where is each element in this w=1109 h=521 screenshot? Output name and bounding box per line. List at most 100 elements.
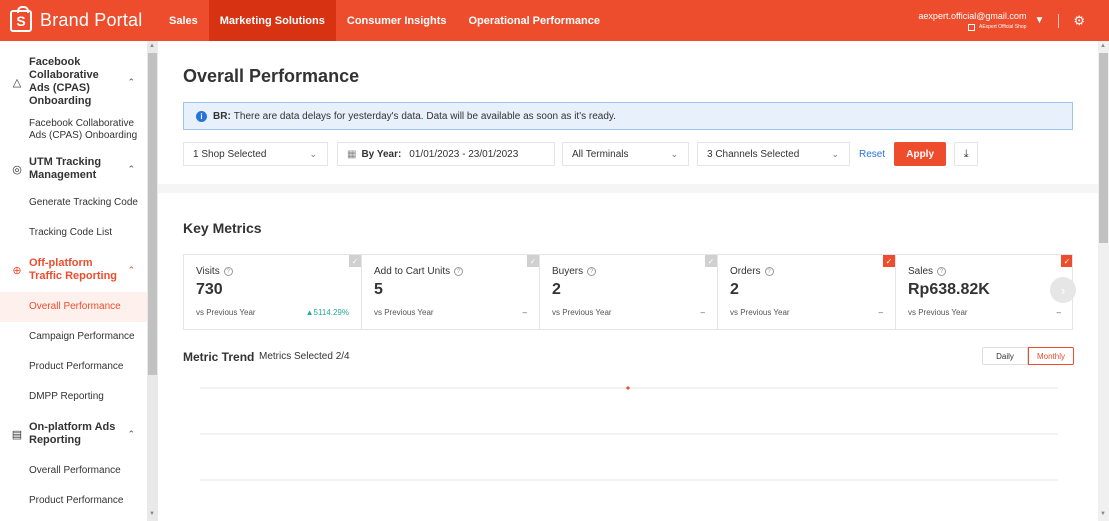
period-label: By Year: bbox=[361, 148, 402, 160]
monthly-toggle[interactable]: Monthly bbox=[1028, 347, 1074, 365]
metric-checkbox[interactable]: ✓ bbox=[349, 255, 361, 267]
chevron-up-icon: ⌃ bbox=[127, 428, 135, 439]
sidebar-group-label: Facebook Collaborative Ads (CPAS) Onboar… bbox=[29, 56, 99, 107]
metric-checkbox[interactable]: ✓ bbox=[527, 255, 539, 267]
metric-change: – bbox=[1056, 308, 1061, 317]
ads-icon: ▤ bbox=[11, 428, 23, 441]
brand-name: Brand Portal bbox=[40, 10, 143, 30]
sidebar-group-label: UTM Tracking Management bbox=[29, 156, 102, 181]
sidebar-item-product-performance[interactable]: Product Performance bbox=[0, 352, 147, 382]
sidebar-group-label: On-platform Ads Reporting bbox=[29, 421, 116, 446]
metric-card-orders[interactable]: Orders? 2 vs Previous Year – ✓ bbox=[718, 255, 896, 329]
scroll-down-icon[interactable]: ▼ bbox=[149, 511, 155, 517]
metric-name: Add to Cart Units bbox=[374, 266, 451, 277]
help-icon[interactable]: ? bbox=[454, 267, 464, 276]
period-toggle: Daily Monthly bbox=[982, 347, 1074, 365]
sidebar-item-campaign-performance[interactable]: Campaign Performance bbox=[0, 322, 147, 352]
metrics-panel: Key Metrics Visits? 730 vs Previous Year… bbox=[158, 193, 1098, 521]
help-icon[interactable]: ? bbox=[764, 267, 774, 276]
account-menu[interactable]: aexpert.official@gmail.com AExpert Offic… bbox=[918, 11, 1026, 31]
terminal-select-value: All Terminals bbox=[572, 148, 629, 160]
sidebar-group-off-platform[interactable]: ⊕ Off-platform Traffic Reporting ⌃ bbox=[0, 248, 147, 292]
apply-button[interactable]: Apply bbox=[894, 142, 947, 166]
data-point[interactable] bbox=[626, 386, 630, 390]
metric-compare: vs Previous Year bbox=[374, 308, 434, 317]
filter-bar: 1 Shop Selected ⌄ ▦ By Year: 01/01/2023 … bbox=[183, 142, 979, 166]
help-icon[interactable]: ? bbox=[223, 267, 233, 276]
shop-icon bbox=[968, 23, 975, 31]
metrics-selected-count: Metrics Selected 2/4 bbox=[259, 351, 350, 362]
sidebar-item-on-overall-performance[interactable]: Overall Performance bbox=[0, 456, 147, 486]
sidebar: △ Facebook Collaborative Ads (CPAS) Onbo… bbox=[0, 41, 147, 521]
download-icon[interactable]: ⤓ bbox=[954, 142, 979, 166]
gear-icon[interactable]: ⚙ bbox=[1073, 13, 1085, 29]
chevron-down-icon: ⌄ bbox=[670, 148, 678, 159]
sidebar-item-cpas-onboarding[interactable]: Facebook Collaborative Ads (CPAS) Onboar… bbox=[0, 110, 147, 150]
help-icon[interactable]: ? bbox=[587, 267, 597, 276]
shop-select[interactable]: 1 Shop Selected ⌄ bbox=[183, 142, 328, 166]
scroll-up-icon[interactable]: ▲ bbox=[149, 43, 155, 49]
metric-name: Buyers bbox=[552, 266, 584, 277]
channel-select-value: 3 Channels Selected bbox=[707, 148, 800, 160]
header-panel: Overall Performance i BR: There are data… bbox=[158, 41, 1098, 184]
nav-marketing-solutions[interactable]: Marketing Solutions bbox=[208, 0, 336, 41]
metric-name: Orders bbox=[730, 266, 761, 277]
metric-change: – bbox=[522, 308, 527, 317]
notice-text: There are data delays for yesterday's da… bbox=[233, 110, 616, 122]
metric-value: 730 bbox=[196, 281, 223, 298]
sidebar-item-generate-tracking-code[interactable]: Generate Tracking Code bbox=[0, 188, 147, 218]
metric-value: 2 bbox=[730, 281, 739, 298]
nav-consumer-insights[interactable]: Consumer Insights bbox=[336, 0, 458, 41]
channel-select[interactable]: 3 Channels Selected ⌄ bbox=[697, 142, 850, 166]
sidebar-item-overall-performance[interactable]: Overall Performance bbox=[0, 292, 147, 322]
page-scroll-thumb[interactable] bbox=[1099, 53, 1108, 243]
metric-compare: vs Previous Year bbox=[552, 308, 612, 317]
chevron-up-icon: ⌃ bbox=[127, 264, 135, 275]
metric-card-add-to-cart[interactable]: Add to Cart Units? 5 vs Previous Year – … bbox=[362, 255, 540, 329]
sidebar-scrollbar[interactable]: ▲ ▼ bbox=[147, 41, 158, 521]
period-picker[interactable]: ▦ By Year: 01/01/2023 - 23/01/2023 bbox=[337, 142, 555, 166]
shop-select-value: 1 Shop Selected bbox=[193, 148, 267, 160]
account-email: aexpert.official@gmail.com bbox=[918, 10, 1027, 21]
sidebar-item-on-product-performance[interactable]: Product Performance bbox=[0, 486, 147, 516]
key-metrics-cards: Visits? 730 vs Previous Year ▲5114.29% ✓… bbox=[183, 254, 1073, 330]
metric-change: ▲5114.29% bbox=[305, 308, 349, 317]
metric-value: 5 bbox=[374, 281, 383, 298]
sidebar-item-tracking-code-list[interactable]: Tracking Code List bbox=[0, 218, 147, 248]
main-content: Overall Performance i BR: There are data… bbox=[158, 41, 1098, 521]
metric-value: Rp638.82K bbox=[908, 281, 990, 298]
metric-checkbox[interactable]: ✓ bbox=[1061, 255, 1072, 267]
metric-card-sales[interactable]: Sales? Rp638.82K vs Previous Year – ✓ bbox=[896, 255, 1072, 329]
metric-card-buyers[interactable]: Buyers? 2 vs Previous Year – ✓ bbox=[540, 255, 718, 329]
sidebar-group-cpas[interactable]: △ Facebook Collaborative Ads (CPAS) Onbo… bbox=[0, 54, 147, 110]
chevron-down-icon: ⌄ bbox=[309, 148, 317, 159]
nav-sales[interactable]: Sales bbox=[158, 0, 209, 41]
top-bar: S Brand Portal Sales Marketing Solutions… bbox=[0, 0, 1109, 41]
metric-trend-title: Metric Trend bbox=[183, 350, 255, 364]
page-scrollbar[interactable]: ▲ ▼ bbox=[1098, 41, 1109, 521]
calendar-icon: ▦ bbox=[347, 148, 357, 160]
plus-circle-icon: ⊕ bbox=[12, 264, 22, 277]
page-title: Overall Performance bbox=[183, 66, 360, 86]
sidebar-group-on-platform[interactable]: ▤ On-platform Ads Reporting ⌃ bbox=[0, 412, 147, 456]
metric-checkbox[interactable]: ✓ bbox=[705, 255, 717, 267]
scroll-down-icon[interactable]: ▼ bbox=[1100, 511, 1106, 517]
chevron-right-icon[interactable]: › bbox=[1050, 277, 1076, 303]
brand[interactable]: S Brand Portal bbox=[0, 0, 158, 41]
chevron-down-icon: ⌄ bbox=[831, 148, 839, 159]
terminal-select[interactable]: All Terminals ⌄ bbox=[562, 142, 689, 166]
sidebar-scroll-thumb[interactable] bbox=[148, 53, 157, 375]
target-icon: ◎ bbox=[12, 163, 22, 176]
reset-button[interactable]: Reset bbox=[859, 149, 885, 160]
help-icon[interactable]: ? bbox=[937, 267, 947, 276]
scroll-up-icon[interactable]: ▲ bbox=[1100, 43, 1106, 49]
sidebar-group-utm[interactable]: ◎ UTM Tracking Management ⌃ bbox=[0, 150, 147, 188]
chevron-down-icon[interactable]: ▼ bbox=[1034, 15, 1044, 26]
daily-toggle[interactable]: Daily bbox=[982, 347, 1028, 365]
main-nav: Sales Marketing Solutions Consumer Insig… bbox=[158, 0, 611, 41]
shopping-bag-icon: S bbox=[10, 5, 32, 32]
sidebar-item-dmpp-reporting[interactable]: DMPP Reporting bbox=[0, 382, 147, 412]
metric-checkbox[interactable]: ✓ bbox=[883, 255, 895, 267]
nav-operational-performance[interactable]: Operational Performance bbox=[458, 0, 611, 41]
metric-card-visits[interactable]: Visits? 730 vs Previous Year ▲5114.29% ✓ bbox=[184, 255, 362, 329]
